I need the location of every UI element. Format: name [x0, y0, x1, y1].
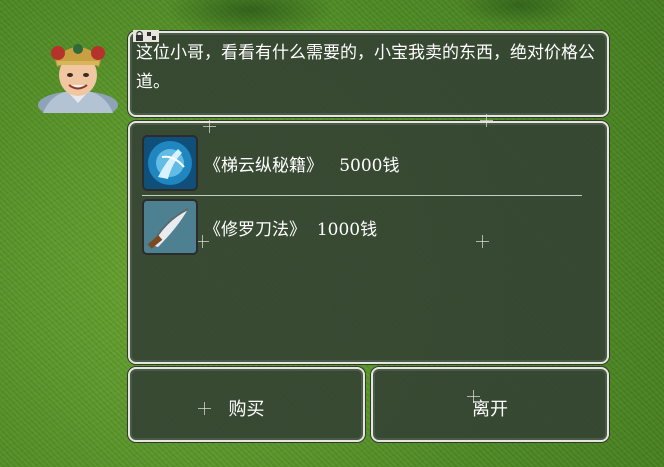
crosshair-icon — [203, 120, 216, 133]
martial-art-book-icon — [142, 135, 198, 191]
npc-portrait — [33, 37, 123, 119]
shop-item[interactable]: 《修罗刀法》 1000钱 — [142, 199, 582, 255]
item-price: 1000钱 — [316, 220, 378, 240]
leave-button-label: 离开 — [472, 399, 508, 420]
item-name: 《修罗刀法》 1000钱 — [204, 220, 378, 240]
crosshair-icon — [480, 114, 493, 127]
dialog-text: 这位小哥，看看有什么需要的，小宝我卖的东西，绝对价格公道。 — [136, 43, 595, 92]
buy-button-label: 购买 — [228, 399, 265, 420]
blade-skill-icon — [142, 199, 198, 255]
dialog-box: 这位小哥，看看有什么需要的，小宝我卖的东西，绝对价格公道。 — [128, 30, 609, 117]
shop-item[interactable]: 《梯云纵秘籍》 5000钱 — [142, 135, 582, 191]
item-name: 《梯云纵秘籍》 5000钱 — [204, 156, 400, 176]
item-price: 5000钱 — [339, 156, 400, 176]
npc-portrait-icon — [38, 44, 118, 119]
buy-button[interactable]: 购买 — [128, 367, 365, 442]
leave-button[interactable]: 离开 — [371, 367, 609, 442]
divider — [142, 195, 582, 196]
shop-item-list: 《梯云纵秘籍》 5000钱 《修罗刀法》 1000钱 — [128, 114, 609, 364]
